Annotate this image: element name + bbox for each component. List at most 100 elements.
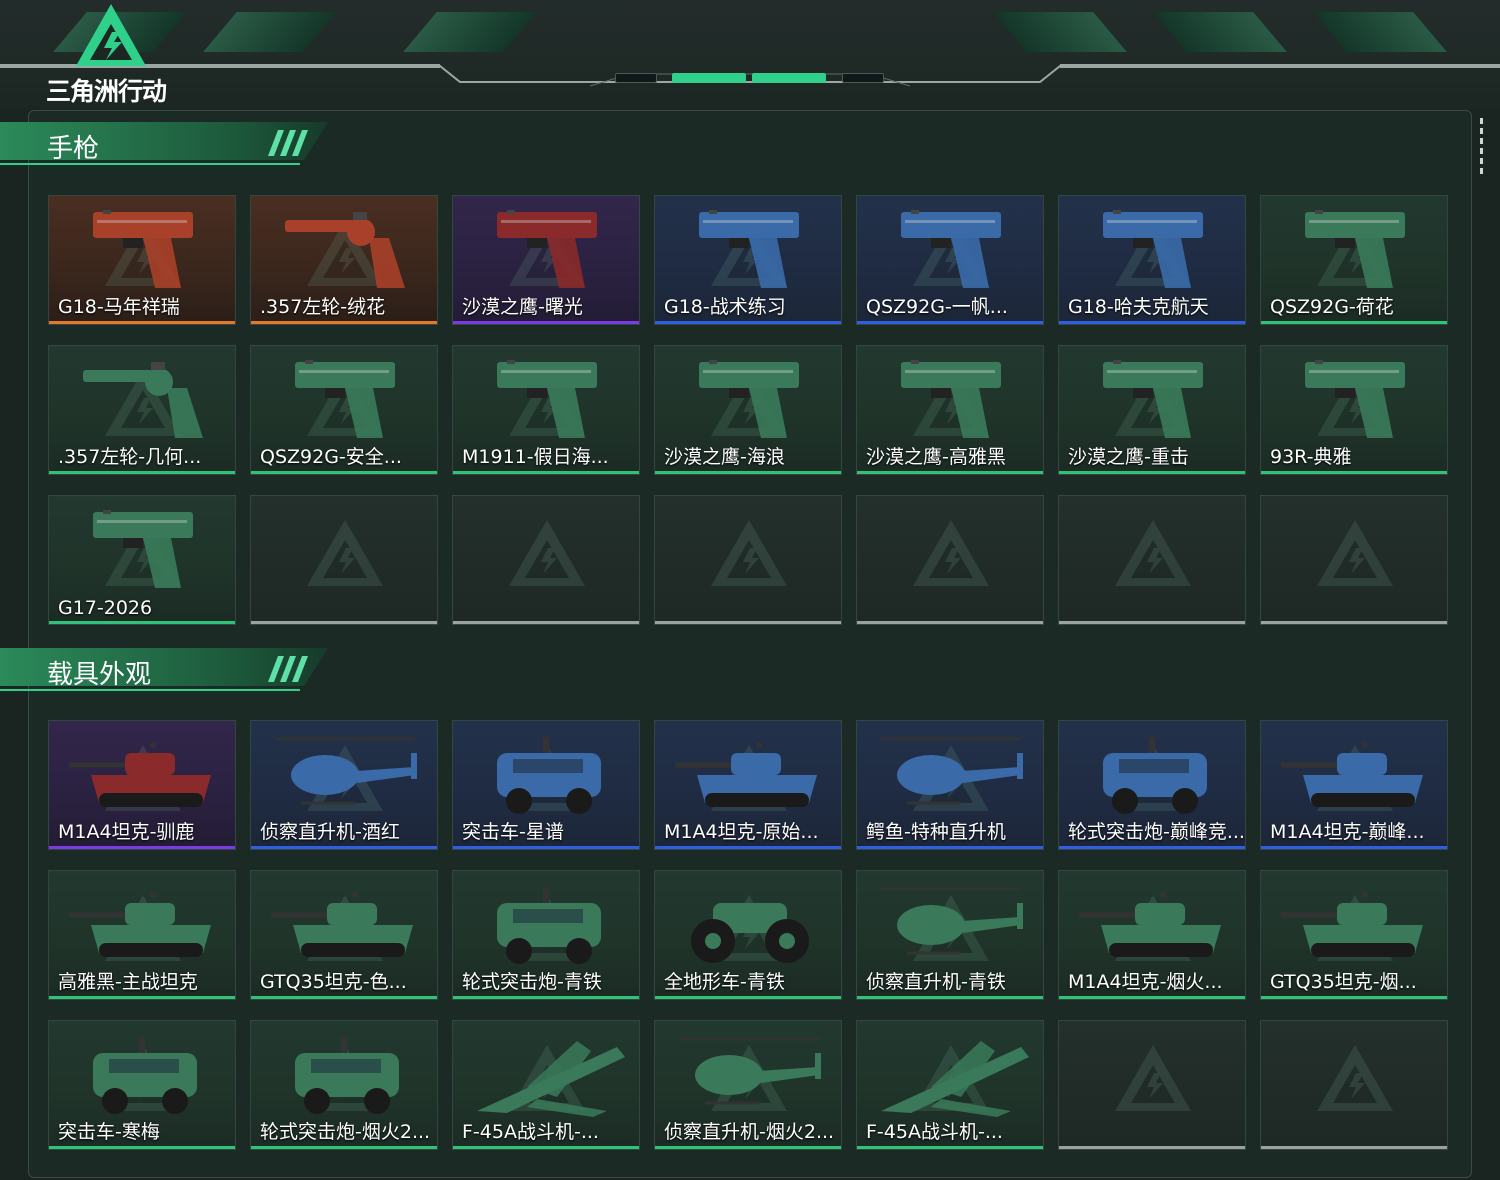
header-decoration <box>203 12 337 52</box>
rarity-bar <box>49 321 235 324</box>
header: 三角洲行动 <box>0 0 1500 110</box>
empty-slot[interactable] <box>1260 1020 1448 1150</box>
helicopter-icon <box>881 887 1023 955</box>
header-indicator-active <box>672 73 746 83</box>
skin-card[interactable]: .357左轮-绒花 <box>250 195 438 325</box>
rarity-bar <box>655 1146 841 1149</box>
skin-card[interactable]: 沙漠之鹰-高雅黑 <box>856 345 1044 475</box>
armored-car-icon <box>497 737 601 814</box>
skin-card[interactable]: 侦察直升机-烟火2... <box>654 1020 842 1150</box>
empty-slot[interactable] <box>856 495 1044 625</box>
section-title: 手枪 <box>47 134 100 164</box>
skin-name: 高雅黑-主战坦克 <box>58 971 198 993</box>
rarity-bar <box>1261 996 1447 999</box>
skin-card[interactable]: QSZ92G-一帆... <box>856 195 1044 325</box>
skin-name: M1A4坦克-烟火... <box>1068 971 1223 993</box>
empty-slot[interactable] <box>1260 495 1448 625</box>
skin-card[interactable]: QSZ92G-安全... <box>250 345 438 475</box>
header-center-frame <box>330 65 1170 87</box>
skin-card[interactable]: M1911-假日海... <box>452 345 640 475</box>
atv-icon <box>691 903 809 963</box>
skin-card[interactable]: 轮式突击炮-巅峰竞... <box>1058 720 1246 850</box>
logo-text: 三角洲行动 <box>46 77 167 106</box>
skin-card[interactable]: 侦察直升机-酒红 <box>250 720 438 850</box>
skin-name: G18-马年祥瑞 <box>58 296 180 318</box>
rarity-bar <box>49 846 235 849</box>
skin-card[interactable]: G18-马年祥瑞 <box>48 195 236 325</box>
pistol-icon <box>295 360 395 438</box>
skin-card[interactable]: G18-哈夫克航天 <box>1058 195 1246 325</box>
pistol-icon <box>497 360 597 438</box>
skin-name: G18-战术练习 <box>664 296 786 318</box>
section-header-pistols: 手枪 <box>0 120 330 172</box>
skin-card[interactable]: 沙漠之鹰-曙光 <box>452 195 640 325</box>
skin-card[interactable]: 突击车-星谱 <box>452 720 640 850</box>
rarity-bar <box>251 1146 437 1149</box>
rarity-bar <box>251 321 437 324</box>
skin-card[interactable]: F-45A战斗机-... <box>452 1020 640 1150</box>
skin-card[interactable]: 高雅黑-主战坦克 <box>48 870 236 1000</box>
skin-name: M1A4坦克-原始... <box>664 821 819 843</box>
revolver-icon <box>83 362 203 438</box>
section-title: 载具外观 <box>47 660 152 690</box>
rarity-bar <box>1059 621 1245 624</box>
watermark-logo-icon <box>1317 1045 1393 1111</box>
header-indicator <box>615 73 657 83</box>
rarity-bar <box>251 846 437 849</box>
skin-card[interactable]: QSZ92G-荷花 <box>1260 195 1448 325</box>
header-decoration <box>1153 12 1287 52</box>
skin-name: 突击车-寒梅 <box>58 1121 160 1143</box>
rarity-bar <box>453 621 639 624</box>
empty-slot[interactable] <box>654 495 842 625</box>
skin-card[interactable]: M1A4坦克-巅峰... <box>1260 720 1448 850</box>
empty-slot[interactable] <box>250 495 438 625</box>
skin-name: 全地形车-青铁 <box>664 971 785 993</box>
armored-car-icon <box>497 887 601 964</box>
rarity-bar <box>453 846 639 849</box>
skin-name: 沙漠之鹰-重击 <box>1068 446 1189 468</box>
skin-card[interactable]: M1A4坦克-烟火... <box>1058 870 1246 1000</box>
skin-card[interactable]: 93R-典雅 <box>1260 345 1448 475</box>
skin-name: GTQ35坦克-色... <box>260 971 407 993</box>
skin-card[interactable]: F-45A战斗机-... <box>856 1020 1044 1150</box>
skin-name: 93R-典雅 <box>1270 446 1352 468</box>
empty-slot[interactable] <box>452 495 640 625</box>
empty-slot[interactable] <box>1058 1020 1246 1150</box>
skin-card[interactable]: .357左轮-几何... <box>48 345 236 475</box>
skin-card[interactable]: 轮式突击炮-烟火2... <box>250 1020 438 1150</box>
rarity-bar <box>857 996 1043 999</box>
skin-card[interactable]: 全地形车-青铁 <box>654 870 842 1000</box>
skin-card[interactable]: M1A4坦克-驯鹿 <box>48 720 236 850</box>
scrollbar[interactable] <box>1480 118 1484 182</box>
section-header-vehicles: 载具外观 <box>0 646 330 698</box>
rarity-bar <box>251 471 437 474</box>
rarity-bar <box>49 471 235 474</box>
rarity-bar <box>49 1146 235 1149</box>
empty-slot[interactable] <box>1058 495 1246 625</box>
watermark-logo-icon <box>1115 1045 1191 1111</box>
skin-card[interactable]: 沙漠之鹰-海浪 <box>654 345 842 475</box>
skin-name: F-45A战斗机-... <box>462 1121 599 1143</box>
rarity-bar <box>453 1146 639 1149</box>
watermark-logo-icon <box>913 520 989 586</box>
skin-card[interactable]: 沙漠之鹰-重击 <box>1058 345 1246 475</box>
skin-name: 侦察直升机-烟火2... <box>664 1121 835 1143</box>
rarity-bar <box>1261 1146 1447 1149</box>
skin-card[interactable]: G17-2026 <box>48 495 236 625</box>
rarity-bar <box>857 1146 1043 1149</box>
watermark-logo-icon <box>1115 520 1191 586</box>
skin-card[interactable]: 轮式突击炮-青铁 <box>452 870 640 1000</box>
armored-car-icon <box>93 1037 197 1114</box>
skin-card[interactable]: G18-战术练习 <box>654 195 842 325</box>
skin-name: GTQ35坦克-烟... <box>1270 971 1417 993</box>
rarity-bar <box>857 846 1043 849</box>
skin-card[interactable]: 突击车-寒梅 <box>48 1020 236 1150</box>
skin-card[interactable]: GTQ35坦克-色... <box>250 870 438 1000</box>
skin-card[interactable]: M1A4坦克-原始... <box>654 720 842 850</box>
skin-card[interactable]: GTQ35坦克-烟... <box>1260 870 1448 1000</box>
header-indicator <box>842 73 884 83</box>
skin-card[interactable]: 鳄鱼-特种直升机 <box>856 720 1044 850</box>
rarity-bar <box>49 996 235 999</box>
rarity-bar <box>857 471 1043 474</box>
skin-card[interactable]: 侦察直升机-青铁 <box>856 870 1044 1000</box>
